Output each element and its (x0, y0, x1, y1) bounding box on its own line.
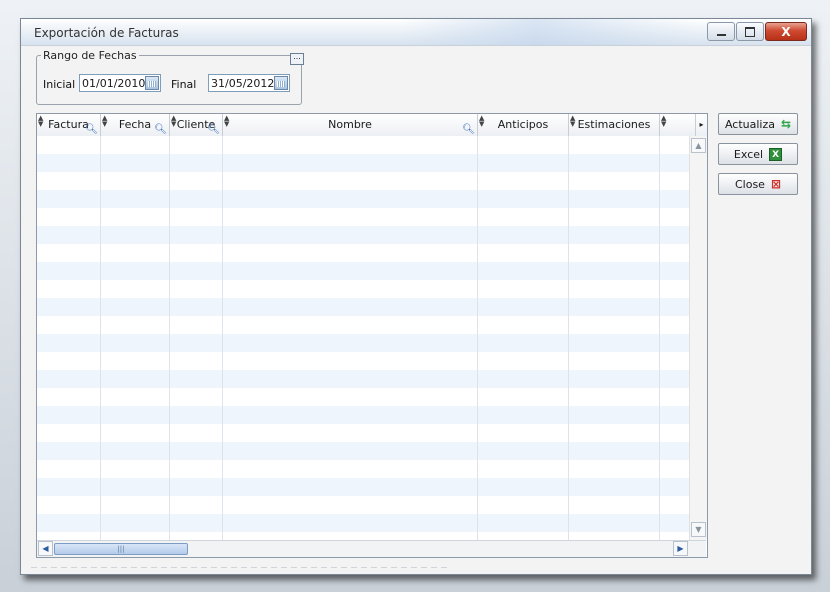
date-range-legend: Rango de Fechas (41, 49, 139, 62)
search-icon[interactable]: 🔍︎ (85, 125, 98, 135)
sort-icon[interactable]: ▲ ▼ (102, 115, 107, 128)
excel-export-button[interactable]: Excel X (718, 143, 798, 165)
excel-icon: X (769, 147, 783, 161)
ellipsis-button[interactable]: ... (290, 53, 304, 65)
column-label: Anticipos (497, 118, 549, 131)
excel-button-label: Excel (733, 147, 764, 161)
close-button-label: Close (734, 177, 765, 191)
invoices-grid[interactable]: ▲ ▼ Factura 🔍︎ ▲ ▼ Fecha 🔍︎ ▲ ▼ Cliente 🔍︎ … (36, 113, 708, 558)
column-divider (222, 136, 223, 540)
initial-date-field[interactable]: 01/01/2010 (79, 74, 161, 92)
sort-icon[interactable]: ▲ ▼ (38, 115, 43, 128)
column-header-nombre[interactable]: ▲ ▼ Nombre 🔍︎ (223, 114, 478, 136)
close-button[interactable]: Close ⊠ (718, 173, 798, 195)
horizontal-scrollbar[interactable]: ◀ ||| ▶ (37, 540, 706, 557)
status-strip (31, 567, 451, 568)
minimize-icon (716, 33, 726, 36)
final-date-label: Final (171, 78, 197, 91)
final-date-value: 31/05/2012 (211, 77, 275, 90)
window-title: Exportación de Facturas (34, 26, 179, 40)
column-header-cliente[interactable]: ▲ ▼ Cliente 🔍︎ (170, 114, 223, 136)
date-range-group: Rango de Fechas ... Inicial 01/01/2010 F… (36, 49, 304, 105)
column-divider (659, 136, 660, 540)
calendar-icon[interactable] (274, 76, 288, 90)
column-header-fecha[interactable]: ▲ ▼ Fecha 🔍︎ (101, 114, 170, 136)
column-label: Nombre (328, 118, 372, 131)
scroll-left-icon[interactable]: ◀ (38, 541, 53, 556)
initial-date-value: 01/01/2010 (82, 77, 146, 90)
maximize-button[interactable] (736, 22, 764, 41)
column-header-anticipos[interactable]: ▲ ▼ Anticipos (478, 114, 569, 136)
close-window-button[interactable]: X (765, 22, 807, 41)
search-icon[interactable]: 🔍︎ (207, 125, 220, 135)
refresh-button[interactable]: Actualiza ⇆ (718, 113, 798, 135)
close-x-icon: ⊠ (770, 177, 782, 191)
sort-icon[interactable]: ▲ ▼ (479, 115, 484, 128)
more-columns-icon[interactable]: ▸ (696, 114, 707, 136)
scroll-down-icon[interactable]: ▼ (691, 522, 706, 537)
export-invoices-window: Exportación de Facturas X Rango de Fecha… (20, 18, 812, 575)
column-label: Fecha (118, 118, 152, 131)
search-icon[interactable]: 🔍︎ (462, 125, 475, 135)
column-header-estimaciones[interactable]: ▲ ▼ Estimaciones (569, 114, 660, 136)
calendar-icon[interactable] (145, 76, 159, 90)
sort-icon[interactable]: ▲ ▼ (171, 115, 176, 128)
column-divider (169, 136, 170, 540)
grid-rows-area[interactable] (37, 136, 689, 540)
horizontal-scroll-thumb[interactable]: ||| (54, 543, 188, 555)
column-label: Estimaciones (577, 118, 651, 131)
vertical-scrollbar[interactable]: ▲ ▼ (689, 136, 707, 540)
scroll-up-icon[interactable]: ▲ (691, 138, 706, 153)
column-divider (100, 136, 101, 540)
grid-header: ▲ ▼ Factura 🔍︎ ▲ ▼ Fecha 🔍︎ ▲ ▼ Cliente 🔍︎ … (37, 114, 707, 137)
sort-icon[interactable]: ▲ ▼ (224, 115, 229, 128)
minimize-button[interactable] (707, 22, 735, 41)
column-divider (568, 136, 569, 540)
close-icon: X (781, 24, 791, 39)
final-date-field[interactable]: 31/05/2012 (208, 74, 290, 92)
column-header-factura[interactable]: ▲ ▼ Factura 🔍︎ (37, 114, 101, 136)
sort-icon[interactable]: ▲ ▼ (661, 115, 666, 128)
refresh-button-label: Actualiza (724, 117, 775, 131)
refresh-icon: ⇆ (780, 117, 792, 131)
initial-date-label: Inicial (43, 78, 76, 91)
column-label: Factura (48, 118, 89, 131)
title-bar[interactable]: Exportación de Facturas X (21, 19, 811, 46)
search-icon[interactable]: 🔍︎ (154, 125, 167, 135)
scroll-right-icon[interactable]: ▶ (673, 541, 688, 556)
sort-icon[interactable]: ▲ ▼ (570, 115, 575, 128)
maximize-icon (745, 26, 755, 37)
column-divider (477, 136, 478, 540)
column-header-next[interactable]: ▲ ▼ (660, 114, 696, 136)
window-controls: X (707, 22, 807, 41)
